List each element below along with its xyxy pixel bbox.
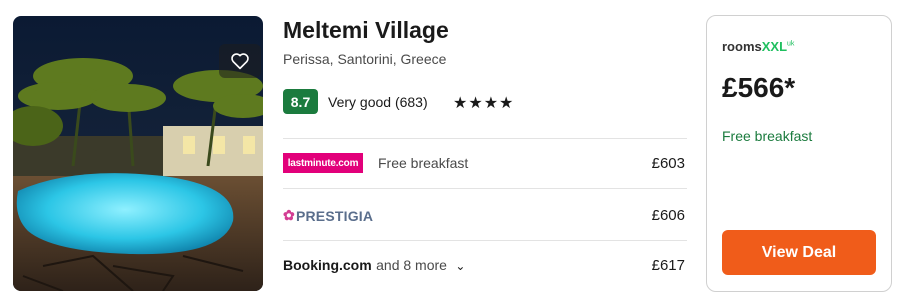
offer-row-booking[interactable]: Booking.com and 8 more ⌄ £617: [283, 252, 687, 282]
offer-note: Free breakfast: [378, 155, 469, 171]
rating-score-badge: 8.7: [283, 89, 318, 114]
chevron-down-icon: ⌄: [455, 259, 466, 273]
booking-provider-name: Booking.com: [283, 257, 372, 273]
divider: [283, 188, 687, 189]
offer-price: £606: [651, 207, 685, 224]
hotel-name[interactable]: Meltemi Village: [283, 17, 449, 44]
prestigia-logo-text: PRESTIGIA: [295, 207, 374, 224]
lastminute-logo: lastminute.com: [283, 153, 363, 173]
favorite-button[interactable]: [219, 44, 261, 78]
star-rating: ★★★★: [453, 93, 515, 112]
view-deal-button[interactable]: View Deal: [722, 230, 876, 275]
hotel-location: Perissa, Santorini, Greece: [283, 51, 447, 67]
prestigia-flower-icon: ✿: [283, 207, 295, 223]
best-deal-card[interactable]: roomsXXLuk £566* Free breakfast View Dea…: [706, 15, 892, 292]
deal-price: £566*: [722, 72, 796, 103]
roomsxxl-logo-suffix: uk: [787, 40, 795, 48]
deal-note: Free breakfast: [722, 128, 813, 144]
offer-price: £603: [651, 155, 685, 172]
roomsxxl-logo: roomsXXLuk: [722, 39, 794, 54]
more-providers-toggle[interactable]: Booking.com and 8 more ⌄: [283, 257, 465, 275]
offer-price: £617: [651, 257, 685, 274]
more-providers-label: and 8 more: [376, 257, 447, 273]
divider: [283, 240, 687, 241]
roomsxxl-logo-accent: XXL: [761, 39, 788, 54]
divider: [283, 138, 687, 139]
rating-label: Very good (683): [328, 94, 428, 110]
offer-row-lastminute[interactable]: lastminute.com Free breakfast £603: [283, 149, 687, 179]
prestigia-logo: ✿ PRESTIGIA: [283, 207, 373, 224]
offer-row-prestigia[interactable]: ✿ PRESTIGIA £606: [283, 201, 687, 231]
roomsxxl-logo-main: rooms: [722, 39, 762, 54]
hotel-photo[interactable]: [13, 16, 263, 291]
heart-outline-icon: [231, 53, 249, 70]
